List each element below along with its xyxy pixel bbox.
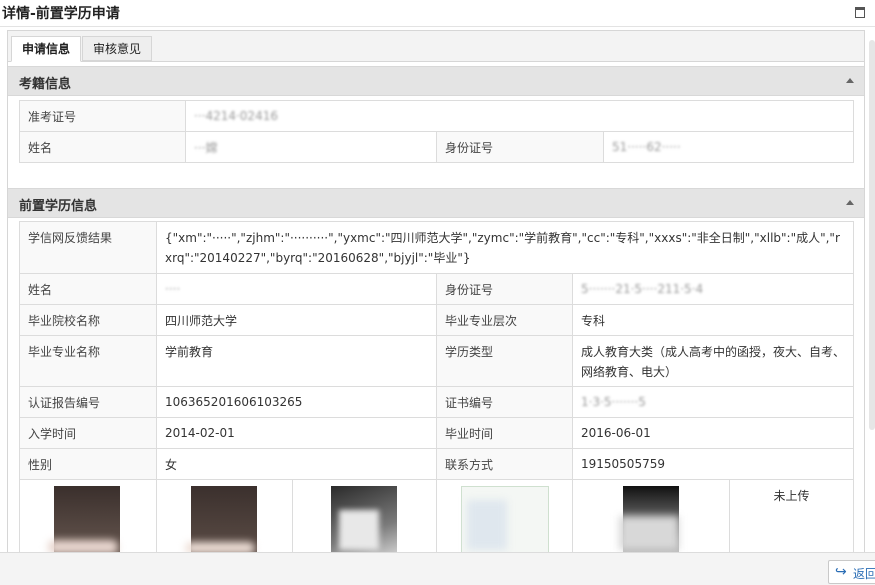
report-no-label: 认证报告编号 xyxy=(19,386,157,418)
contact-label: 联系方式 xyxy=(436,448,573,480)
back-button[interactable]: ↪ 返回 xyxy=(828,560,875,584)
tab-review-opinion[interactable]: 审核意见 xyxy=(82,36,153,61)
level-label: 毕业专业层次 xyxy=(436,304,573,336)
xuexin-label: 学信网反馈结果 xyxy=(19,221,157,274)
prior-id-value: 5·······21·5····211·5·4 xyxy=(571,273,855,305)
major-label: 毕业专业名称 xyxy=(19,335,157,387)
not-uploaded-text: 未上传 xyxy=(773,489,810,503)
maximize-icon[interactable] xyxy=(855,7,865,18)
prior-name-label: 姓名 xyxy=(19,273,157,305)
blurred-overlay xyxy=(467,500,507,550)
tab-bar: 申请信息 审核意见 xyxy=(8,31,864,62)
window-title: 详情-前置学历申请 xyxy=(2,6,120,22)
detail-panel: 申请信息 审核意见 考籍信息 准考证号 ···4214·02416 姓名 ···… xyxy=(7,30,865,560)
enroll-date-value: 2014-02-01 xyxy=(156,417,437,449)
tab-application-info[interactable]: 申请信息 xyxy=(11,36,82,62)
attachment-1[interactable] xyxy=(19,479,157,560)
cert-no-value: 1·3·5·······5 xyxy=(571,386,855,418)
contact-value: 19150505759 xyxy=(571,448,855,480)
footer-bar: ↪ 返回 xyxy=(0,552,875,585)
school-value: 四川师范大学 xyxy=(156,304,437,336)
xuexin-value: {"xm":"·····","zjhm":"··········","yxmc"… xyxy=(155,221,855,274)
gender-value: 女 xyxy=(156,448,437,480)
exam-info-table: 准考证号 ···4214·02416 姓名 ···嫦 身份证号 51·····6… xyxy=(19,100,855,163)
attachment-3[interactable] xyxy=(292,479,437,560)
edu-type-label: 学历类型 xyxy=(436,335,573,387)
section-title-exam: 考籍信息 xyxy=(19,77,72,92)
exam-id-value: 51·····62····· xyxy=(602,131,855,163)
edu-type-value: 成人教育大类（成人高考中的函授，夜大、自考、网络教育、电大） xyxy=(571,335,855,387)
exam-id-label: 身份证号 xyxy=(436,131,604,163)
collapse-caret-icon[interactable] xyxy=(846,200,854,205)
prior-id-label: 身份证号 xyxy=(436,273,573,305)
attachments-table: 未上传 xyxy=(19,479,854,560)
cert-no-label: 证书编号 xyxy=(436,386,573,418)
school-label: 毕业院校名称 xyxy=(19,304,157,336)
window-titlebar: 详情-前置学历申请 xyxy=(0,0,875,27)
grad-date-value: 2016-06-01 xyxy=(571,417,855,449)
prior-edu-table: 学信网反馈结果 {"xm":"·····","zjhm":"··········… xyxy=(19,221,855,480)
major-value: 学前教育 xyxy=(156,335,437,387)
exam-name-label: 姓名 xyxy=(19,131,186,163)
blurred-overlay xyxy=(619,516,679,550)
prior-name-value: ···· xyxy=(156,273,437,305)
vertical-scrollbar[interactable] xyxy=(869,40,875,430)
back-arrow-icon: ↪ xyxy=(835,564,847,580)
section-header-exam[interactable]: 考籍信息 xyxy=(8,66,864,96)
exam-name-value: ···嫦 xyxy=(185,131,437,163)
attachment-6-empty: 未上传 xyxy=(729,479,854,560)
collapse-caret-icon[interactable] xyxy=(846,78,854,83)
attachment-5[interactable] xyxy=(572,479,730,560)
section-title-prior: 前置学历信息 xyxy=(19,199,98,214)
attachment-2[interactable] xyxy=(156,479,293,560)
gender-label: 性别 xyxy=(19,448,157,480)
enroll-date-label: 入学时间 xyxy=(19,417,157,449)
grad-date-label: 毕业时间 xyxy=(436,417,573,449)
section-header-prior[interactable]: 前置学历信息 xyxy=(8,188,864,218)
back-button-label: 返回 xyxy=(853,567,875,581)
blurred-overlay xyxy=(339,510,379,550)
level-value: 专科 xyxy=(571,304,855,336)
report-no-value: 106365201606103265 xyxy=(156,386,437,418)
attachment-4[interactable] xyxy=(436,479,573,560)
admission-label: 准考证号 xyxy=(19,100,186,132)
admission-value: ···4214·02416 xyxy=(184,100,855,132)
